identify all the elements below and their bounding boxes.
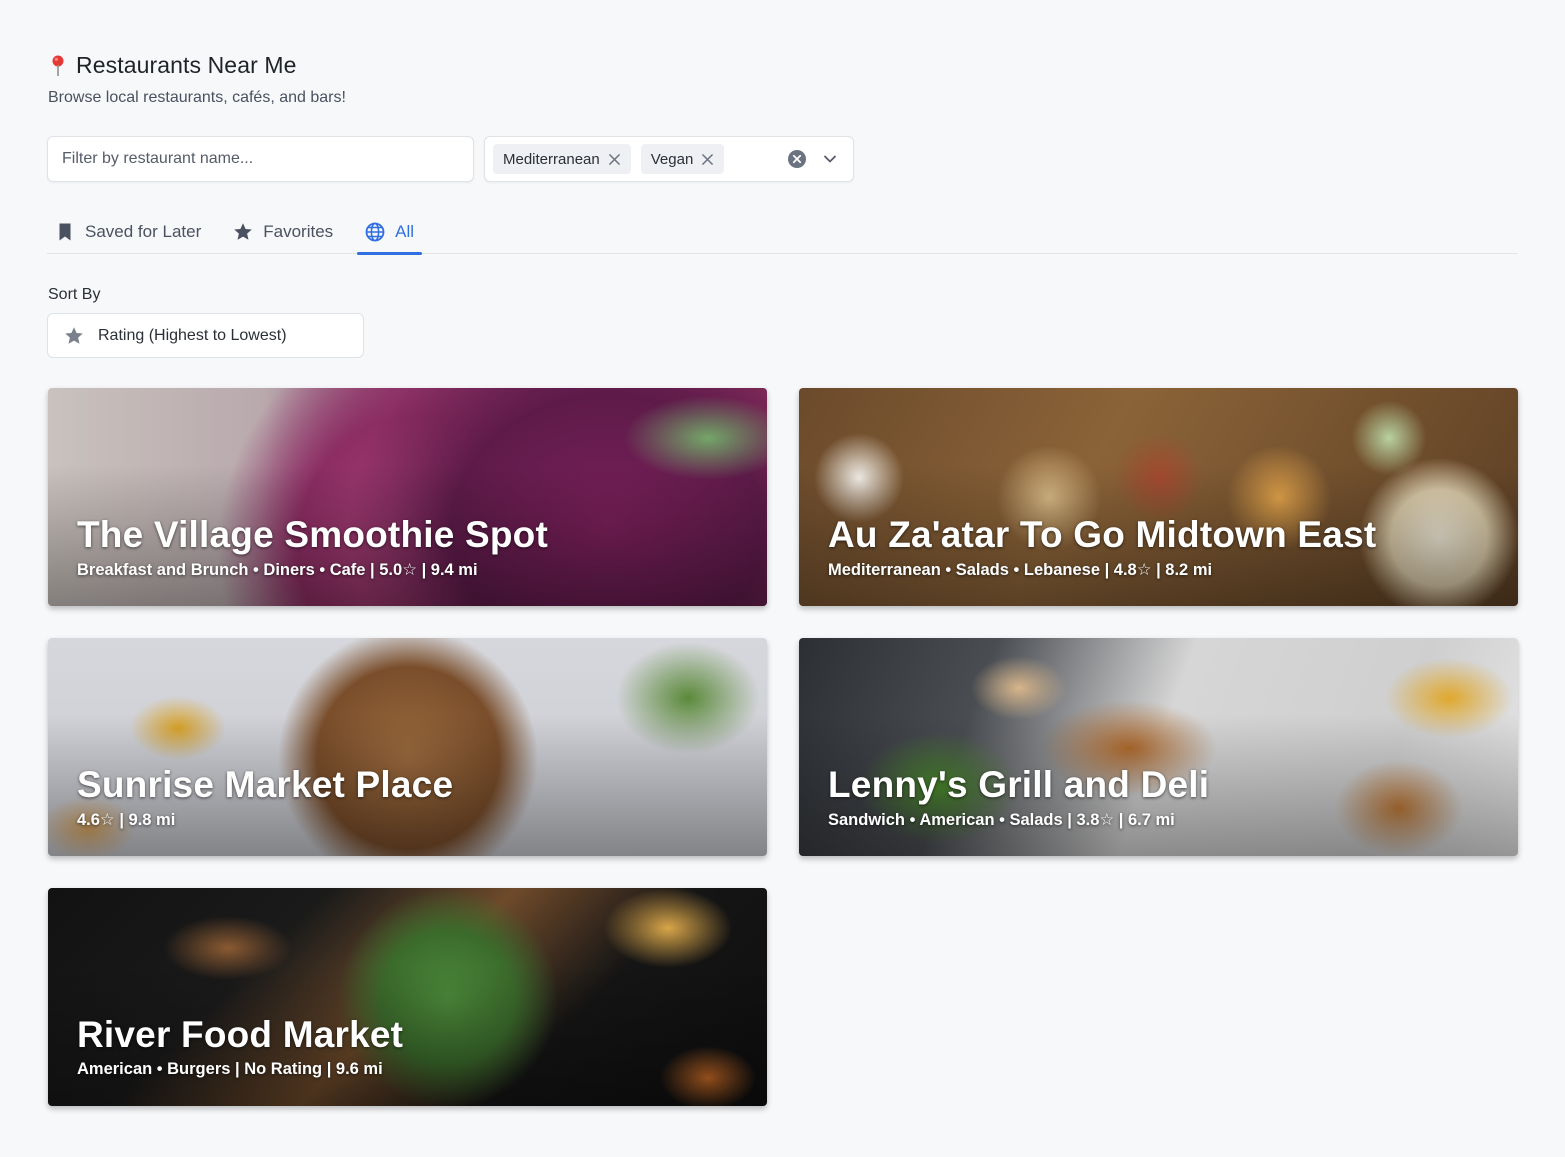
tab-label: All [395,222,415,241]
restaurant-card[interactable]: Sunrise Market Place 4.6☆ | 9.8 mi [48,638,767,856]
cuisine-chip-vegan: Vegan [640,144,725,174]
remove-chip-icon[interactable] [701,153,714,166]
cuisine-chip-mediterranean: Mediterranean [493,144,631,174]
page-title: Restaurants Near Me [76,52,297,78]
restaurant-meta: American • Burgers | No Rating | 9.6 mi [77,1060,383,1078]
chip-label: Vegan [650,150,694,168]
restaurant-name: Lenny's Grill and Deli [828,764,1210,805]
restaurant-name: Sunrise Market Place [77,764,454,805]
remove-chip-icon[interactable] [608,153,621,166]
restaurant-name: The Village Smoothie Spot [77,514,548,555]
sort-select[interactable]: Rating (Highest to Lowest) [47,313,364,358]
restaurant-meta: Mediterranean • Salads • Lebanese | 4.8☆… [828,561,1213,579]
tab-label: Favorites [263,222,334,241]
sort-label: Sort By [48,286,101,303]
restaurant-info: Sunrise Market Place 4.6☆ | 9.8 mi [77,762,747,830]
restaurant-card[interactable]: River Food Market American • Burgers | N… [48,888,767,1106]
tab-label: Saved for Later [85,222,202,241]
page-header: Restaurants Near Me Browse local restaur… [48,52,346,107]
star-icon [65,326,83,344]
map-pin-icon [52,55,64,76]
globe-icon [365,222,385,242]
tab-saved-for-later[interactable]: Saved for Later [47,210,209,254]
restaurant-name: River Food Market [77,1014,404,1055]
title-row: Restaurants Near Me [48,52,346,79]
restaurant-meta: 4.6☆ | 9.8 mi [77,811,176,829]
cuisine-multiselect[interactable]: Mediterranean Vegan [484,136,854,182]
sort-value: Rating (Highest to Lowest) [98,326,287,344]
restaurant-info: River Food Market American • Burgers | N… [77,1012,747,1079]
restaurant-info: Lenny's Grill and Deli Sandwich • Americ… [828,762,1498,830]
restaurant-card[interactable]: Au Za'atar To Go Midtown East Mediterran… [799,388,1518,606]
clear-all-icon[interactable] [787,149,807,169]
page-subtitle: Browse local restaurants, cafés, and bar… [48,89,346,106]
tabs: Saved for Later Favorites All [47,210,1518,255]
restaurant-info: The Village Smoothie Spot Breakfast and … [77,512,747,580]
restaurant-meta: Sandwich • American • Salads | 3.8☆ | 6.… [828,811,1175,829]
restaurant-info: Au Za'atar To Go Midtown East Mediterran… [828,512,1498,580]
tab-favorites[interactable]: Favorites [225,210,341,254]
multiselect-actions [787,149,845,169]
tab-all[interactable]: All [357,210,422,255]
restaurant-name: Au Za'atar To Go Midtown East [828,514,1377,555]
chevron-down-icon[interactable] [823,152,837,166]
restaurant-meta: Breakfast and Brunch • Diners • Cafe | 5… [77,561,478,579]
restaurants-page: Restaurants Near Me Browse local restaur… [0,0,1565,1157]
restaurant-name-filter-input[interactable] [47,136,474,182]
restaurant-card[interactable]: Lenny's Grill and Deli Sandwich • Americ… [799,638,1518,856]
chip-label: Mediterranean [503,150,600,168]
bookmark-icon [59,223,71,241]
star-icon [234,223,253,240]
restaurant-card[interactable]: The Village Smoothie Spot Breakfast and … [48,388,767,606]
